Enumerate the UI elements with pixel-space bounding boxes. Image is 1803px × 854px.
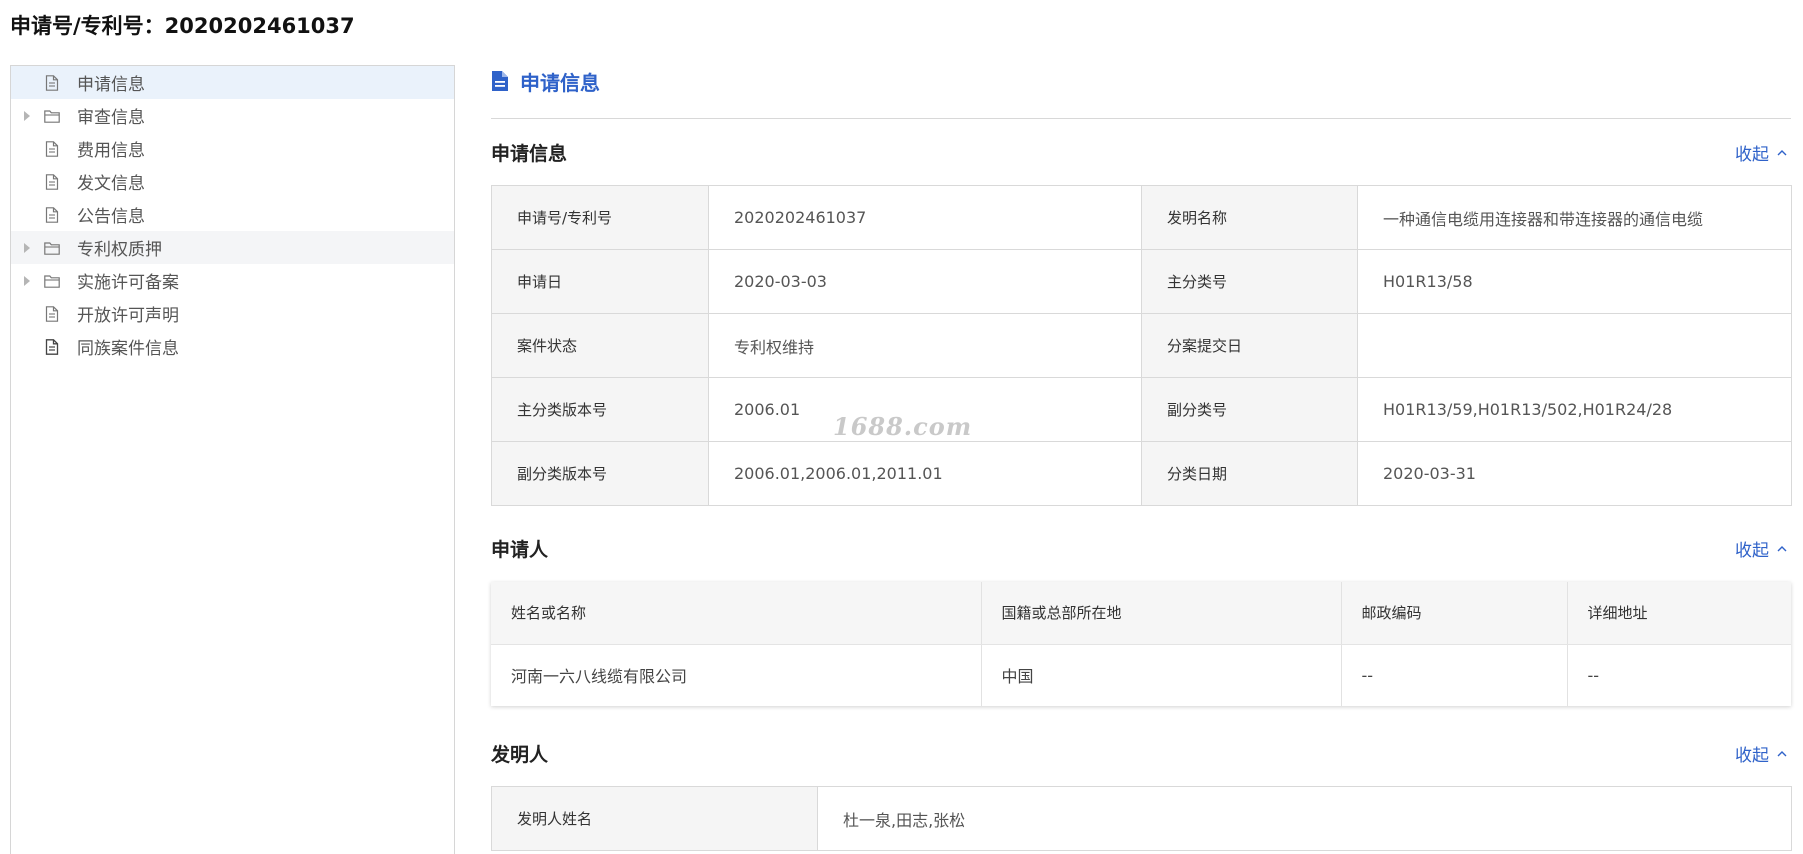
caret-right-icon[interactable] — [24, 242, 30, 253]
chevron-up-icon — [1777, 747, 1789, 759]
field-label: 分案提交日 — [1141, 313, 1358, 378]
sidebar-item-announcement-info[interactable]: 公告信息 — [11, 198, 454, 231]
table-cell: 河南一六八线缆有限公司 — [491, 644, 982, 706]
sidebar-item-notice-info[interactable]: 发文信息 — [11, 165, 454, 198]
table-cell: -- — [1341, 644, 1568, 706]
field-label: 发明名称 — [1141, 185, 1358, 250]
sidebar-item-label: 开放许可声明 — [77, 306, 179, 326]
table-row: 申请号/专利号 2020202461037 发明名称 一种通信电缆用连接器和带连… — [491, 185, 1792, 250]
field-value — [1357, 313, 1792, 378]
sidebar-item-patent-pledge[interactable]: 专利权质押 — [11, 231, 454, 264]
field-value: H01R13/58 — [1357, 249, 1792, 314]
page-title: 申请号/专利号：2020202461037 — [10, 14, 355, 38]
inventor-section: 发明人 收起 发明人姓名 杜一泉,田志,张松 — [491, 720, 1792, 851]
sidebar-item-license-filing[interactable]: 实施许可备案 — [11, 264, 454, 297]
main-content: 申请信息 申请信息 收起 申请号/专利号 2020202461037 发明名称 … — [491, 62, 1792, 851]
chevron-up-icon — [1777, 542, 1789, 554]
sidebar-tree: 申请信息 审查信息 费用信息 发文信息 公告信息 专利权质押 实施许可备案 开放… — [10, 65, 455, 854]
field-label: 副分类版本号 — [491, 441, 709, 506]
sidebar-item-family-cases[interactable]: 同族案件信息 — [11, 330, 454, 363]
sidebar-item-label: 实施许可备案 — [77, 273, 179, 293]
application-info-table: 申请号/专利号 2020202461037 发明名称 一种通信电缆用连接器和带连… — [491, 185, 1792, 506]
document-icon — [44, 173, 60, 190]
sidebar-item-label: 申请信息 — [77, 75, 145, 95]
field-value: 2020202461037 — [708, 185, 1142, 250]
sidebar-item-application-info[interactable]: 申请信息 — [11, 66, 454, 99]
field-value: 一种通信电缆用连接器和带连接器的通信电缆 — [1357, 185, 1792, 250]
sidebar-item-open-license[interactable]: 开放许可声明 — [11, 297, 454, 330]
field-label: 副分类号 — [1141, 377, 1358, 442]
field-label: 案件状态 — [491, 313, 709, 378]
applicant-section: 申请人 收起 姓名或名称 国籍或总部所在地 邮政编码 详细地址 河南一六八线缆有… — [491, 514, 1791, 706]
field-value: 2006.01,2006.01,2011.01 — [708, 441, 1142, 506]
sidebar-item-label: 同族案件信息 — [77, 339, 179, 359]
field-value: 2006.01 — [708, 377, 1142, 442]
document-icon — [44, 74, 60, 91]
sidebar-item-examination-info[interactable]: 审查信息 — [11, 99, 454, 132]
document-icon — [44, 206, 60, 223]
field-label: 发明人姓名 — [491, 786, 818, 851]
sidebar-item-label: 发文信息 — [77, 174, 145, 194]
collapse-label: 收起 — [1735, 144, 1769, 165]
field-label: 申请日 — [491, 249, 709, 314]
table-row: 主分类版本号 2006.01 副分类号 H01R13/59,H01R13/502… — [491, 377, 1792, 442]
field-label: 分类日期 — [1141, 441, 1358, 506]
caret-right-icon[interactable] — [24, 275, 30, 286]
folder-icon — [44, 240, 60, 256]
caret-right-icon[interactable] — [24, 110, 30, 121]
applicant-table: 姓名或名称 国籍或总部所在地 邮政编码 详细地址 河南一六八线缆有限公司 中国 … — [491, 582, 1791, 706]
table-row: 申请日 2020-03-03 主分类号 H01R13/58 — [491, 249, 1792, 314]
table-cell: -- — [1587, 665, 1600, 685]
field-value: 杜一泉,田志,张松 — [817, 786, 1792, 851]
document-icon — [44, 305, 60, 322]
collapse-button[interactable]: 收起 — [1735, 140, 1789, 165]
table-row: 案件状态 专利权维持 分案提交日 — [491, 313, 1792, 378]
column-header: 邮政编码 — [1341, 582, 1568, 645]
sidebar-item-label: 费用信息 — [77, 141, 145, 161]
field-value: 专利权维持 — [708, 313, 1142, 378]
sidebar-item-label: 公告信息 — [77, 207, 145, 227]
section-title: 发明人 — [491, 743, 549, 766]
table-row: 河南一六八线缆有限公司 中国 -- -- — [491, 644, 1791, 706]
collapse-button[interactable]: 收起 — [1735, 741, 1789, 766]
section-title: 申请人 — [491, 538, 549, 561]
field-label: 主分类版本号 — [491, 377, 709, 442]
collapse-label: 收起 — [1735, 745, 1769, 766]
document-icon — [44, 140, 60, 157]
column-header: 详细地址 — [1567, 582, 1791, 645]
main-title-text: 申请信息 — [520, 70, 600, 95]
application-info-section: 申请信息 收起 申请号/专利号 2020202461037 发明名称 一种通信电… — [491, 119, 1792, 506]
main-title: 申请信息 — [491, 62, 1791, 100]
collapse-button[interactable]: 收起 — [1735, 536, 1789, 561]
sidebar-item-label: 审查信息 — [77, 108, 145, 128]
column-header: 国籍或总部所在地 — [981, 582, 1342, 645]
folder-icon — [44, 273, 60, 289]
folder-icon — [44, 108, 60, 124]
field-label: 主分类号 — [1141, 249, 1358, 314]
collapse-label: 收起 — [1735, 540, 1769, 561]
document-icon — [44, 338, 60, 355]
field-value: H01R13/59,H01R13/502,H01R24/28 — [1357, 377, 1792, 442]
field-value: 2020-03-03 — [708, 249, 1142, 314]
field-value: 2020-03-31 — [1357, 441, 1792, 506]
table-cell: 中国 — [981, 644, 1342, 706]
table-row: 发明人姓名 杜一泉,田志,张松 — [491, 786, 1792, 851]
section-title: 申请信息 — [491, 142, 568, 165]
inventor-table: 发明人姓名 杜一泉,田志,张松 — [491, 786, 1792, 851]
sidebar-item-fee-info[interactable]: 费用信息 — [11, 132, 454, 165]
field-label: 申请号/专利号 — [491, 185, 709, 250]
chevron-up-icon — [1777, 146, 1789, 158]
table-header-row: 姓名或名称 国籍或总部所在地 邮政编码 详细地址 — [491, 582, 1791, 645]
column-header: 姓名或名称 — [491, 582, 982, 645]
file-text-icon — [491, 70, 511, 92]
sidebar-item-label: 专利权质押 — [77, 240, 162, 260]
table-row: 副分类版本号 2006.01,2006.01,2011.01 分类日期 2020… — [491, 441, 1792, 506]
